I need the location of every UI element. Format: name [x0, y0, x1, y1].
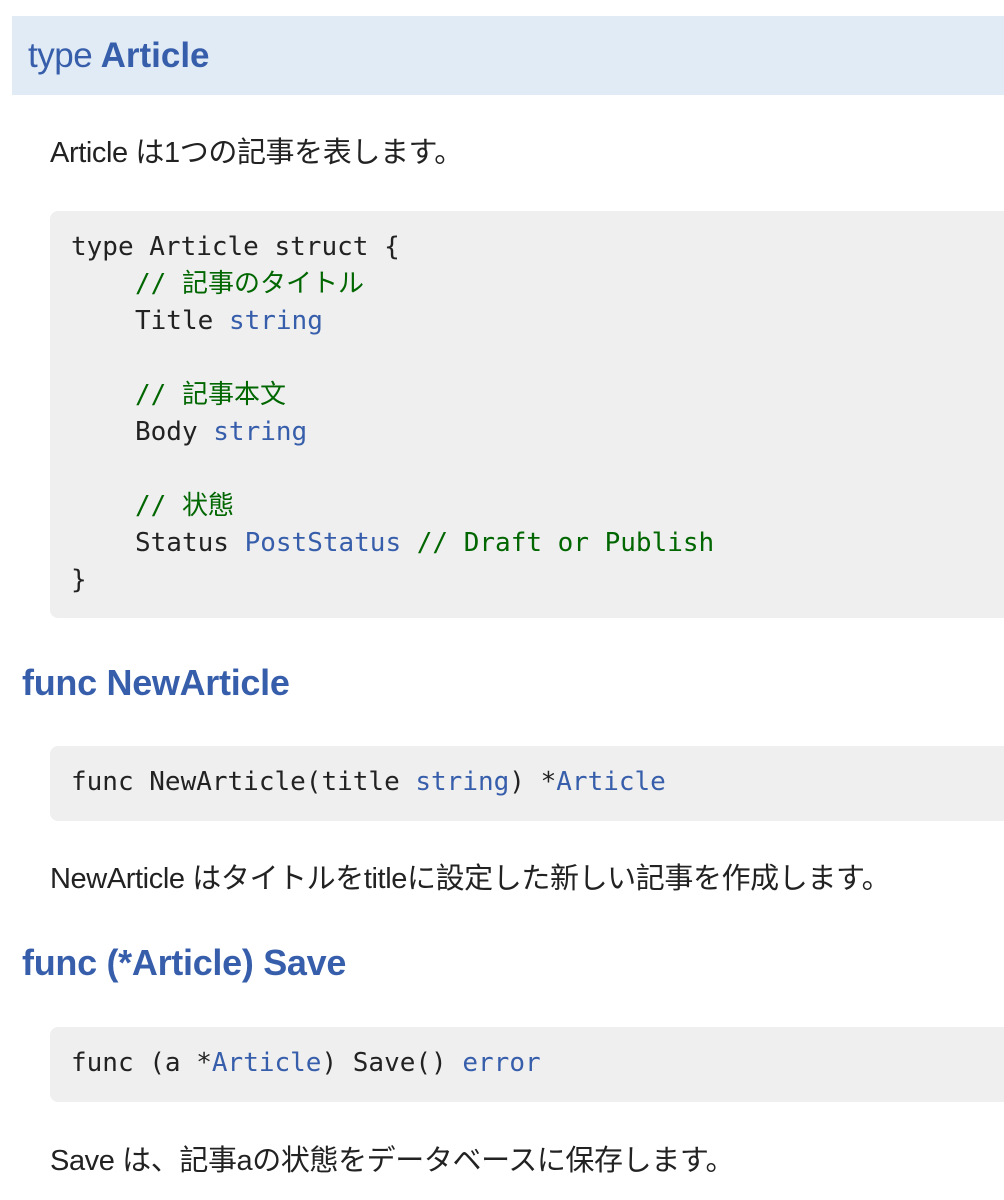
field-comment: // 記事のタイトル — [135, 269, 364, 299]
field-line: Status PostStatus // Draft or Publish — [71, 525, 1004, 562]
field-type-link[interactable]: PostStatus — [245, 528, 402, 558]
field-type-link[interactable]: string — [213, 417, 307, 447]
save-signature: func (a *Article) Save() error — [71, 1045, 1004, 1082]
func-save-heading[interactable]: func (*Article) Save — [22, 941, 346, 985]
field-line: Title string — [71, 303, 1004, 340]
newarticle-description: NewArticle はタイトルをtitleに設定した新しい記事を作成します。 — [50, 863, 891, 895]
field-type-link[interactable]: string — [229, 306, 323, 336]
field-name: Title — [135, 306, 214, 336]
struct-closing-brace: } — [71, 565, 87, 595]
type-keyword: type — [28, 36, 93, 75]
field-comment: // 状態 — [135, 491, 234, 521]
receiver-type-link[interactable]: Article — [212, 1048, 322, 1078]
signature-prefix: func (a * — [71, 1048, 212, 1078]
struct-code-block: type Article struct { // 記事のタイトル Title str… — [50, 211, 1004, 618]
return-type-link[interactable]: error — [462, 1048, 540, 1078]
type-article-heading: type Article — [12, 16, 1004, 95]
type-description: Article は1つの記事を表します。 — [50, 137, 463, 169]
newarticle-signature-block: func NewArticle(title string) *Article — [50, 746, 1004, 821]
param-type-link[interactable]: string — [415, 767, 509, 797]
save-signature-block: func (a *Article) Save() error — [50, 1027, 1004, 1102]
return-type-link[interactable]: Article — [556, 767, 666, 797]
signature-mid: ) Save() — [321, 1048, 463, 1078]
signature-prefix: func NewArticle(title — [71, 767, 416, 797]
func-newarticle-heading[interactable]: func NewArticle — [22, 661, 290, 705]
type-name-link[interactable]: Article — [101, 36, 210, 75]
field-line: Body string — [71, 414, 1004, 451]
struct-decl-line: type Article struct { — [71, 232, 400, 262]
save-description: Save は、記事aの状態をデータベースに保存します。 — [50, 1145, 735, 1177]
signature-mid: ) * — [509, 767, 557, 797]
newarticle-signature: func NewArticle(title string) *Article — [71, 764, 1004, 801]
field-trailing-comment: // Draft or Publish — [416, 528, 715, 558]
field-comment: // 記事本文 — [135, 380, 286, 410]
field-name: Body — [135, 417, 198, 447]
field-name: Status — [135, 528, 229, 558]
